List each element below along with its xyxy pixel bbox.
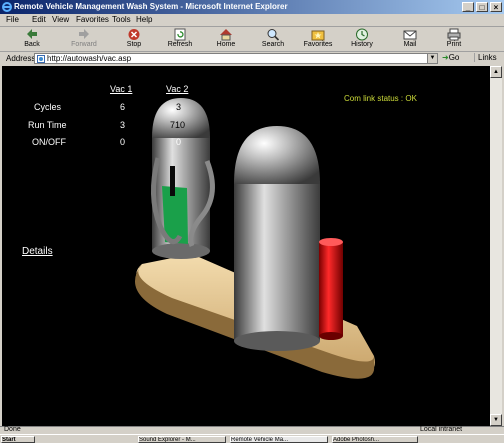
history-button[interactable]: History [348,27,376,51]
back-arrow-icon [27,29,37,39]
home-icon [220,29,232,41]
vac2-header: Vac 2 [166,84,189,94]
favorites-folder-icon [311,30,325,41]
refresh-button[interactable]: Refresh [164,27,196,51]
vacuum-station-illustration [134,98,375,379]
address-dropdown-icon[interactable]: ▼ [427,54,437,63]
cycles-vac1-value: 6 [120,102,126,112]
forward-button[interactable]: Forward [68,27,100,51]
refresh-icon [174,28,186,41]
page-icon [37,55,45,63]
vac1-header: Vac 1 [110,84,133,94]
printer-icon [447,28,461,41]
address-url: http://autowash/vac.asp [47,54,132,63]
go-button[interactable]: ➜Go [442,53,459,62]
status-text: Done [4,426,21,433]
back-label: Back [24,41,40,48]
search-icon [267,29,280,41]
menu-tools[interactable]: Tools [112,15,131,24]
favorites-label: Favorites [303,41,333,48]
details-link[interactable]: Details [22,246,53,257]
home-label: Home [216,41,236,48]
menu-help[interactable]: Help [136,15,152,24]
stop-button[interactable]: Stop [122,27,146,51]
print-label: Print [446,41,462,48]
address-label: Address [6,54,36,63]
onoff-vac1-value: 0 [120,137,126,147]
address-bar: Address http://autowash/vac.asp ▼ ➜Go Li… [0,52,504,65]
onoff-label: ON/OFF [32,137,66,147]
search-label: Search [261,41,285,48]
favorites-button[interactable]: Favorites [302,27,334,51]
cycles-label: Cycles [34,102,62,112]
mail-label: Mail [403,41,417,48]
title-bar: Remote Vehicle Management Wash System - … [0,0,504,14]
runtime-vac2-value: 710 [170,120,186,130]
menu-file[interactable]: File [6,15,19,24]
history-label: History [351,41,373,48]
com-link-status: Com link status : OK [344,94,417,103]
page-content: Vac 1 Vac 2 Cycles 6 3 Run Time 3 710 ON… [2,66,490,426]
menu-edit[interactable]: Edit [32,15,46,24]
search-button[interactable]: Search [258,27,288,51]
home-button[interactable]: Home [212,27,240,51]
window-title: Remote Vehicle Management Wash System - … [14,2,288,11]
mail-button[interactable]: Mail [398,27,422,51]
history-icon [356,28,368,41]
vertical-scrollbar[interactable]: ▲ ▼ [490,66,502,426]
maximize-button[interactable]: □ [476,2,488,12]
refresh-label: Refresh [167,41,193,48]
stop-label: Stop [126,41,142,48]
onoff-vac2-value: 0 [176,137,182,147]
zone-text: Local intranet [420,426,463,433]
links-button[interactable]: Links [474,53,497,62]
ie-logo-icon [2,2,12,12]
back-button[interactable]: Back [18,27,46,51]
menu-favorites[interactable]: Favorites [76,15,109,24]
address-input[interactable]: http://autowash/vac.asp ▼ [34,53,438,64]
forward-arrow-icon [79,29,89,39]
stop-icon [128,29,140,40]
runtime-vac1-value: 3 [120,120,126,130]
mail-icon [403,30,417,40]
menu-view[interactable]: View [52,15,69,24]
scroll-up-icon[interactable]: ▲ [490,66,502,78]
menu-bar: File Edit View Favorites Tools Help [0,14,504,27]
toolbar: Back Forward Stop Refresh Home Search Fa… [0,27,504,52]
close-button[interactable]: × [490,2,502,12]
go-arrow-icon: ➜ [442,53,449,62]
runtime-label: Run Time [28,120,67,130]
scroll-down-icon[interactable]: ▼ [490,414,502,426]
print-button[interactable]: Print [442,27,466,51]
minimize-button[interactable]: _ [462,2,474,12]
forward-label: Forward [71,41,97,48]
cycles-vac2-value: 3 [176,102,182,112]
